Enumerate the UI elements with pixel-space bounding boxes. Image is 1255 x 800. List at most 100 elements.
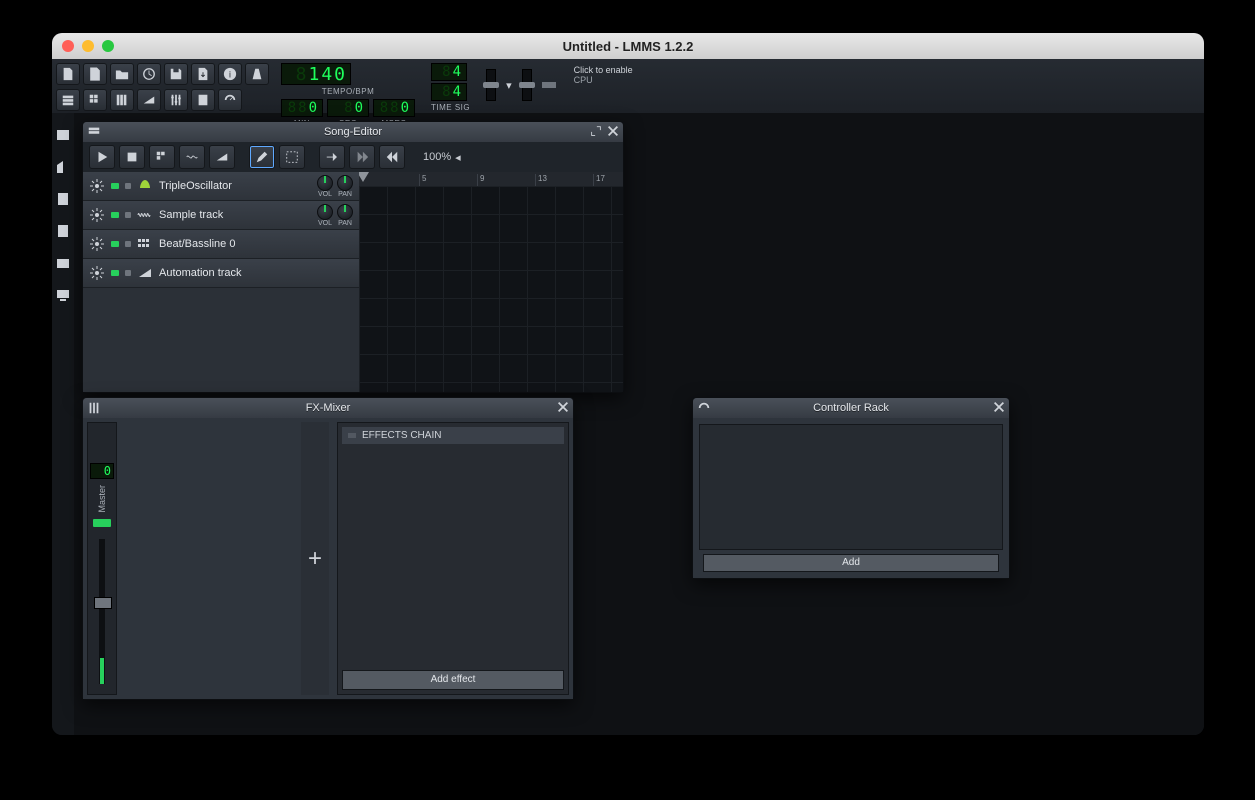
instruments-tab-icon[interactable] [55,127,71,143]
project-notes-button[interactable] [191,89,215,111]
bb-editor-button[interactable] [83,89,107,111]
track-list: TripleOscillator VOLPAN Sample track VOL… [83,172,359,392]
new-project-button[interactable] [56,63,80,85]
time-msec-lcd[interactable]: 880 [373,99,415,117]
stop-button[interactable] [119,145,145,169]
fx-mixer-button[interactable] [164,89,188,111]
new-from-template-button[interactable] [83,63,107,85]
home-tab-icon[interactable] [55,223,71,239]
track-mute-button[interactable] [111,270,119,276]
maximize-icon[interactable] [589,124,603,138]
track-type-icon [137,178,153,194]
app-window: Untitled - LMMS 1.2.2 i [52,33,1204,735]
track-solo-button[interactable] [125,270,131,276]
tempo-lcd[interactable]: 8140 [281,63,351,85]
timeline-grid[interactable] [359,186,623,392]
presets-tab-icon[interactable] [55,191,71,207]
cpu-meter[interactable]: Click to enable CPU [564,59,643,91]
skip-back-button[interactable] [349,145,375,169]
controller-rack-button[interactable] [218,89,242,111]
piano-roll-button[interactable] [110,89,134,111]
svg-text:i: i [229,70,231,80]
skip-forward-button[interactable] [319,145,345,169]
whats-this-button[interactable]: i [218,63,242,85]
titlebar[interactable]: Untitled - LMMS 1.2.2 [52,33,1204,59]
track-solo-button[interactable] [125,212,131,218]
track-solo-button[interactable] [125,183,131,189]
master-fader[interactable] [99,539,105,684]
ruler-tick: 9 [477,174,484,186]
controller-list[interactable] [699,424,1003,550]
effects-chain-header[interactable]: EFFECTS CHAIN [342,427,564,444]
track-gear-icon[interactable] [89,236,105,252]
track-gear-icon[interactable] [89,178,105,194]
track-row[interactable]: Beat/Bassline 0 [83,230,359,259]
open-project-button[interactable] [110,63,134,85]
add-controller-button[interactable]: Add [703,554,999,572]
timeline[interactable]: 591317 [359,172,623,392]
draw-mode-button[interactable] [249,145,275,169]
close-icon[interactable] [992,400,1006,414]
timesig-label: TIME SIG [431,103,470,112]
chain-enable-led[interactable] [348,433,356,438]
timesig-den-lcd[interactable]: 84 [431,83,467,101]
computer-tab-icon[interactable] [55,287,71,303]
record-button[interactable] [149,145,175,169]
play-button[interactable] [89,145,115,169]
track-gear-icon[interactable] [89,207,105,223]
master-sliders: ▾ [478,59,564,111]
master-send-lcd[interactable]: 0 [90,463,114,479]
close-icon[interactable] [606,124,620,138]
edit-mode-button[interactable] [279,145,305,169]
tempo-label: TEMPO/BPM [281,87,415,96]
window-title: Untitled - LMMS 1.2.2 [52,39,1204,54]
add-effect-button[interactable]: Add effect [342,670,564,690]
timesig-num-lcd[interactable]: 84 [431,63,467,81]
ruler-tick: 5 [419,174,426,186]
rewind-button[interactable] [379,145,405,169]
master-pitch-slider[interactable] [522,69,532,101]
song-editor-button[interactable] [56,89,80,111]
add-automation-track-button[interactable] [209,145,235,169]
track-mute-button[interactable] [111,183,119,189]
playhead-marker-icon[interactable] [359,172,369,182]
ruler-tick: 17 [593,174,605,186]
close-icon[interactable] [556,400,570,414]
fx-mixer-header[interactable]: FX-Mixer [83,398,573,418]
effects-chain-panel: EFFECTS CHAIN Add effect [337,422,569,695]
main-toolbar: i 8140 TEMPO/BPM [52,59,1204,113]
timeline-ruler[interactable]: 591317 [359,172,623,187]
track-name[interactable]: Sample track [159,209,223,221]
track-name[interactable]: Automation track [159,267,242,279]
track-name[interactable]: TripleOscillator [159,180,232,192]
master-channel[interactable]: 0 Master [87,422,117,695]
add-channel-button[interactable]: + [301,422,329,695]
time-sec-lcd[interactable]: 80 [327,99,369,117]
record-accompany-button[interactable] [179,145,205,169]
track-name[interactable]: Beat/Bassline 0 [159,238,235,250]
track-row[interactable]: TripleOscillator VOLPAN [83,172,359,201]
track-gear-icon[interactable] [89,265,105,281]
projects-tab-icon[interactable] [55,255,71,271]
save-project-button[interactable] [164,63,188,85]
automation-editor-button[interactable] [137,89,161,111]
track-solo-button[interactable] [125,241,131,247]
metronome-button[interactable] [245,63,269,85]
effects-chain-label: EFFECTS CHAIN [362,430,441,441]
controller-rack-header[interactable]: Controller Rack [693,398,1009,418]
time-min-lcd[interactable]: 880 [281,99,323,117]
samples-tab-icon[interactable] [55,159,71,175]
export-button[interactable] [191,63,215,85]
track-row[interactable]: Automation track [83,259,359,288]
song-editor-header[interactable]: Song-Editor [83,122,623,142]
recent-projects-button[interactable] [137,63,161,85]
track-row[interactable]: Sample track VOLPAN [83,201,359,230]
track-mute-button[interactable] [111,212,119,218]
master-mute-button[interactable] [93,519,111,527]
master-volume-slider[interactable] [486,69,496,101]
chevron-down-icon: ▾ [506,79,512,92]
zoom-value[interactable]: 100% [423,151,451,163]
track-mute-button[interactable] [111,241,119,247]
master-pitch-reset[interactable] [542,82,556,88]
zoom-dec-icon[interactable]: ◂ [455,151,461,164]
